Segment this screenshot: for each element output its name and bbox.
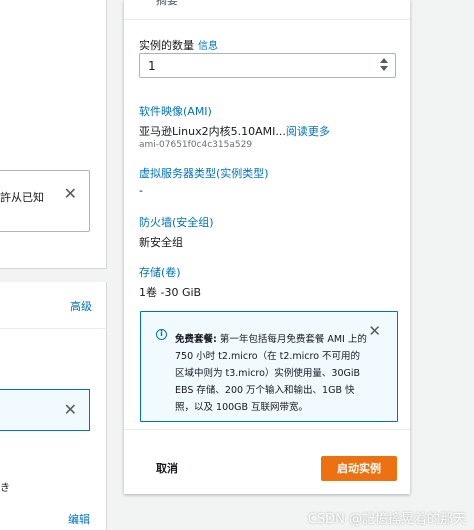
instance-count-input[interactable]: 1 [139, 53, 396, 78]
divider [124, 429, 410, 430]
stepper-up-icon[interactable] [380, 58, 388, 63]
ami-value: 亚马逊Linux2内核5.10AMI...阅读更多 [139, 123, 330, 139]
watermark: CSDN @記憶搖晃着的那天 [307, 512, 466, 527]
ami-title[interactable]: 软件映像(AMI) [139, 103, 212, 119]
divider [0, 328, 106, 329]
launch-instance-button[interactable]: 启动实例 [321, 456, 397, 481]
firewall-title[interactable]: 防火墙(安全组) [139, 214, 214, 230]
left-alert: 許从已知 ✕ [0, 170, 90, 232]
left-panel: 許从已知 ✕ [0, 0, 107, 269]
close-icon[interactable]: ✕ [368, 324, 381, 339]
close-icon[interactable]: ✕ [64, 186, 77, 202]
storage-value: 1卷 -30 GiB [139, 286, 202, 299]
free-tier-alert: i 免费套餐: 第一年包括每月免费套餐 AMI 上的 750 小时 t2.mic… [140, 311, 398, 422]
ami-id: ami-07651f0c4c315a529 [139, 140, 253, 150]
instances-label: 实例的数量 信息 [139, 37, 218, 53]
panel-title: 摘要 [156, 0, 178, 7]
panel-header: 摘要 [124, 0, 410, 20]
instances-label-text: 实例的数量 [139, 39, 194, 52]
free-tier-text: 免费套餐: 第一年包括每月免费套餐 AMI 上的 750 小时 t2.micro… [175, 331, 367, 416]
ami-name: 亚马逊Linux2内核5.10AMI... [139, 125, 286, 138]
left-text-fragment: き [0, 483, 10, 494]
left-info-alert: ✕ [0, 389, 90, 431]
cancel-button[interactable]: 取消 [156, 460, 178, 476]
instance-type-value: - [139, 184, 143, 197]
info-icon: i [156, 329, 167, 340]
read-more-link[interactable]: 阅读更多 [286, 125, 330, 138]
storage-title[interactable]: 存储(卷) [139, 264, 181, 280]
info-link[interactable]: 信息 [198, 41, 218, 52]
firewall-value: 新安全组 [139, 236, 183, 249]
free-tier-label: 免费套餐: [175, 334, 217, 345]
close-icon[interactable]: ✕ [64, 402, 77, 418]
stepper-icon[interactable] [380, 58, 389, 73]
stepper-down-icon[interactable] [380, 66, 388, 71]
free-tier-body: 第一年包括每月免费套餐 AMI 上的 750 小时 t2.micro（在 t2.… [175, 334, 367, 413]
instance-type-title[interactable]: 虚拟服务器类型(实例类型) [139, 165, 269, 181]
edit-link[interactable]: 编辑 [68, 511, 90, 527]
left-alert-text: 許从已知 [0, 191, 44, 204]
advanced-link[interactable]: 高级 [70, 298, 92, 314]
instance-count-value: 1 [148, 59, 156, 73]
